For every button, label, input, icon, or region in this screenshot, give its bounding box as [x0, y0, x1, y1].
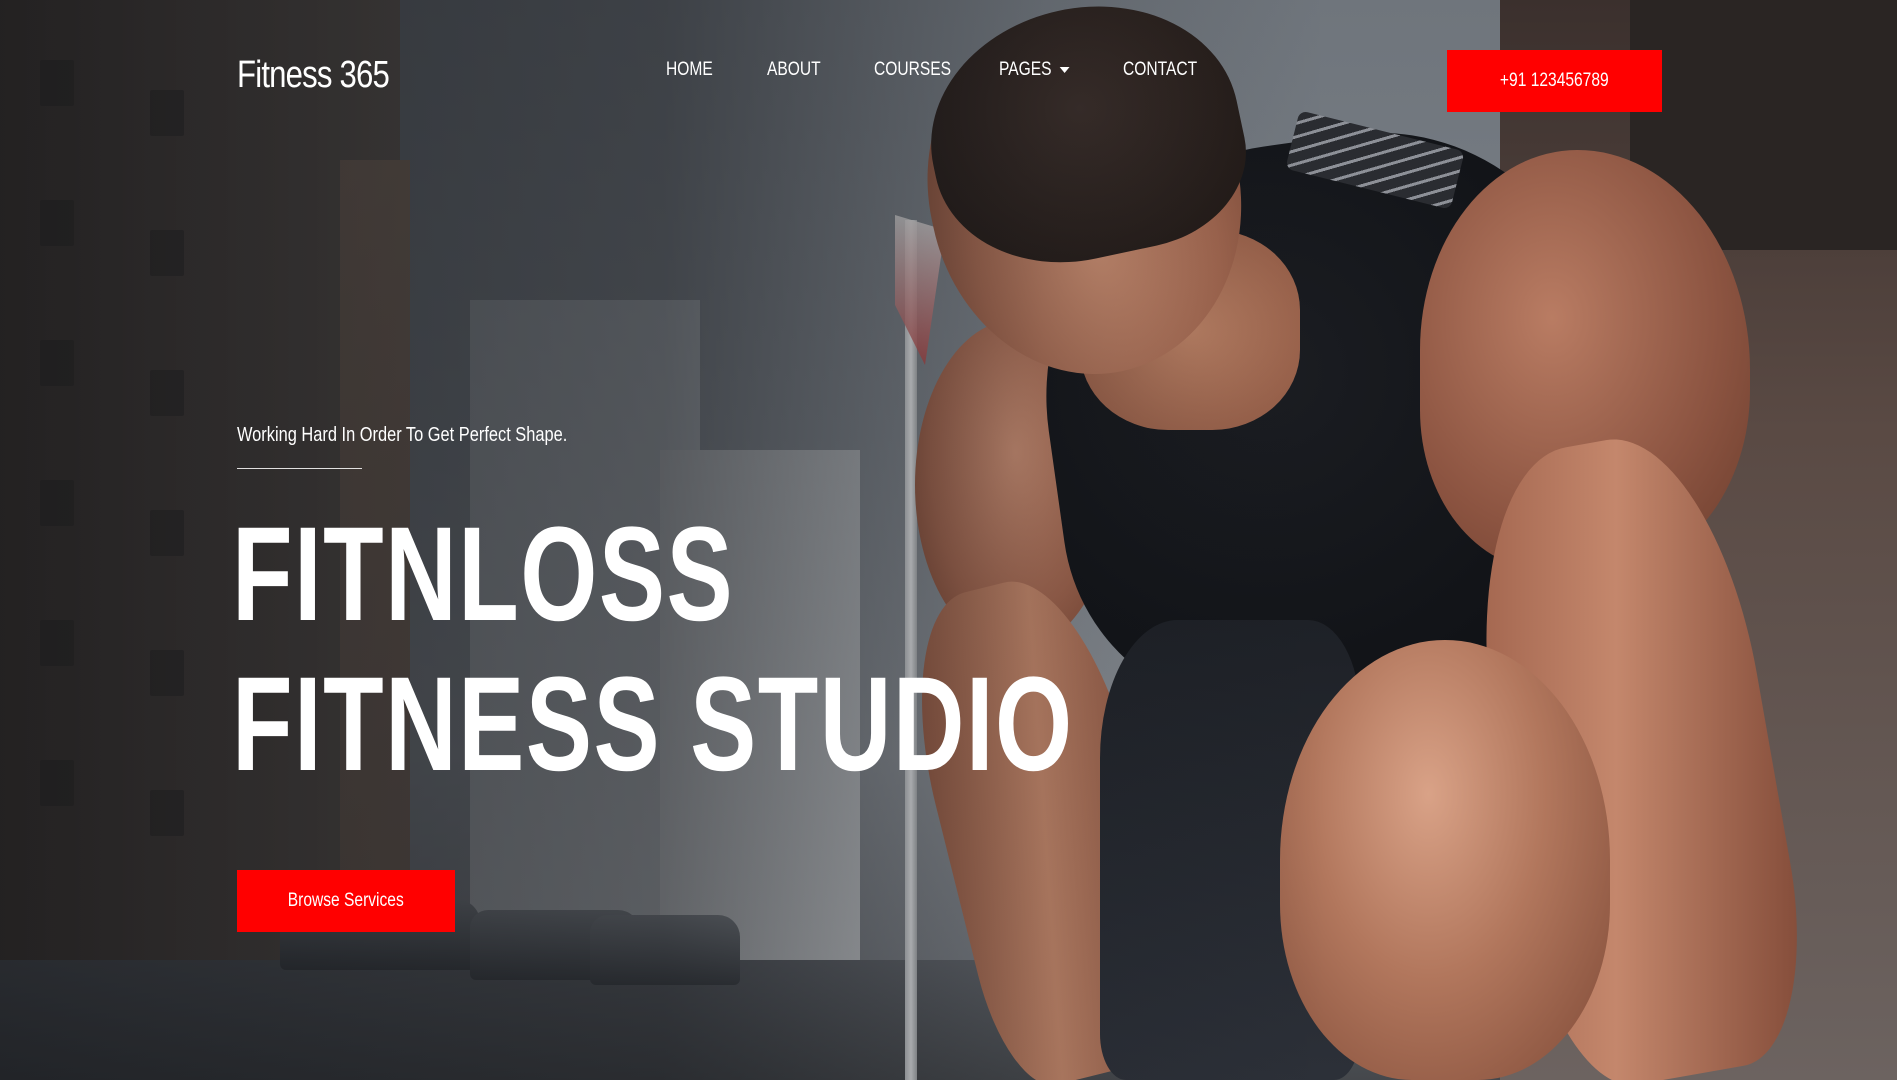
nav-item-home[interactable]: HOME: [666, 59, 713, 81]
phone-button-label: +91 123456789: [1500, 70, 1609, 91]
hero-title: FITNLOSS FITNESS STUDIO: [232, 500, 1074, 800]
site-header: Fitness 365 HOME ABOUT COURSES PAGES CON…: [0, 0, 1897, 160]
hero-title-line-1: FITNLOSS: [232, 500, 735, 649]
nav-item-contact[interactable]: CONTACT: [1123, 59, 1197, 81]
hero-divider: [237, 468, 362, 469]
nav-item-about[interactable]: ABOUT: [767, 59, 821, 81]
phone-call-button[interactable]: +91 123456789: [1447, 50, 1662, 112]
nav-item-pages-dropdown[interactable]: PAGES: [999, 59, 1070, 81]
site-logo[interactable]: Fitness 365: [237, 54, 390, 97]
caret-down-icon: [1059, 67, 1070, 73]
nav-item-courses[interactable]: COURSES: [874, 59, 951, 81]
hero-title-line-2: FITNESS STUDIO: [232, 650, 1074, 799]
nav-item-label: COURSES: [874, 59, 952, 80]
nav-item-label: PAGES: [999, 59, 1052, 80]
cta-button-label: Browse Services: [287, 890, 405, 911]
browse-services-button[interactable]: Browse Services: [237, 870, 455, 932]
nav-item-label: CONTACT: [1123, 59, 1198, 80]
hero-subtitle: Working Hard In Order To Get Perfect Sha…: [237, 424, 568, 446]
nav-item-label: ABOUT: [767, 59, 821, 80]
nav-item-label: HOME: [666, 59, 713, 80]
